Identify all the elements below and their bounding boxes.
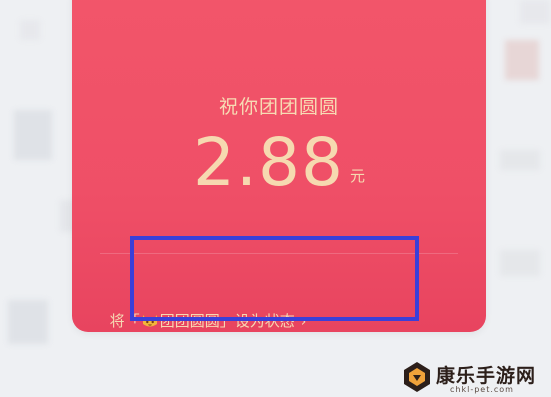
blurred-chat-background: [505, 40, 539, 80]
red-packet-greeting: 祝你团团圆圆: [218, 96, 339, 118]
red-packet-amount-row: 2.88 元: [72, 130, 486, 196]
blurred-chat-background: [520, 0, 550, 24]
currency-unit: 元: [349, 167, 365, 185]
blurred-chat-background: [500, 250, 540, 276]
blurred-chat-background: [14, 110, 52, 160]
blurred-chat-background: [20, 20, 40, 40]
watermark-name: 康乐手游网: [436, 365, 537, 387]
blurred-chat-background: [500, 150, 540, 170]
watermark: 康乐手游网 chkl-pet.com: [400, 360, 551, 397]
blurred-chat-background: [8, 300, 48, 344]
red-packet-amount: 2.88: [193, 124, 344, 201]
watermark-url: chkl-pet.com: [450, 385, 514, 394]
watermark-logo-icon: [404, 362, 430, 392]
highlight-annotation-box: [130, 236, 419, 321]
